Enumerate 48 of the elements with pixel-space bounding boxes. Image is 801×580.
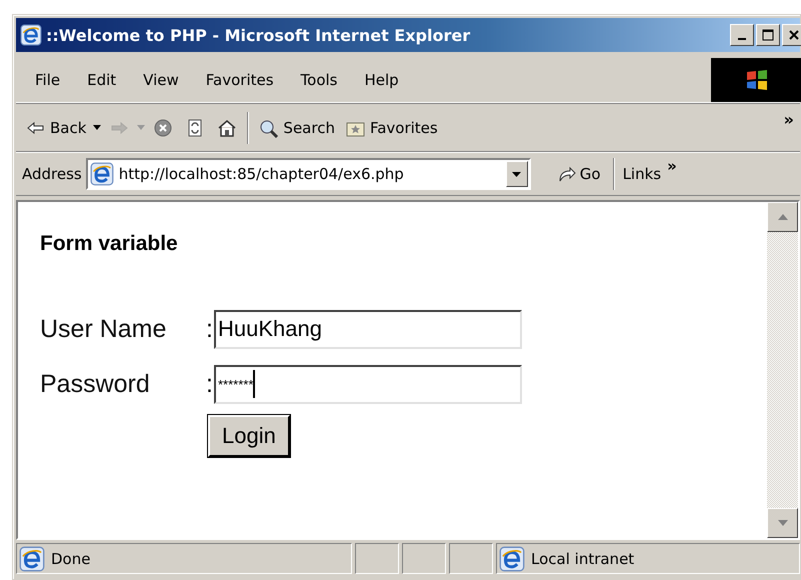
password-field[interactable]: ******* — [214, 364, 522, 404]
back-button[interactable]: Back — [20, 114, 92, 140]
address-field[interactable]: http://localhost:85/chapter04/ex6.php — [86, 158, 531, 190]
dropdown-arrow-icon[interactable] — [512, 172, 522, 176]
status-pane — [355, 543, 399, 574]
maximize-icon — [762, 29, 774, 41]
field-label: Password — [40, 370, 151, 398]
stop-icon — [152, 118, 174, 138]
ie-icon — [90, 162, 114, 186]
down-arrow-icon[interactable] — [778, 520, 788, 526]
status-text: Done — [51, 550, 90, 568]
status-pane — [449, 543, 493, 574]
menu-item[interactable]: View — [134, 68, 188, 92]
ie-icon — [20, 24, 42, 46]
favorites-button[interactable]: Favorites — [340, 114, 443, 140]
status-pane — [402, 543, 446, 574]
close-icon — [788, 29, 800, 41]
scrollbar[interactable] — [767, 202, 798, 538]
go-arrow-icon — [556, 164, 577, 184]
maximize-button[interactable] — [756, 24, 780, 46]
home-icon — [216, 118, 238, 138]
menu-item[interactable]: File — [26, 68, 70, 92]
go-button[interactable]: Go — [552, 162, 605, 186]
close-button[interactable] — [782, 24, 801, 46]
field-label: User Name — [40, 314, 168, 344]
username-field[interactable]: HuuKhang — [214, 310, 522, 348]
dropdown-arrow-icon[interactable] — [91, 125, 104, 130]
page-heading: Form variable — [40, 232, 179, 256]
menu-item[interactable]: Help — [356, 68, 408, 92]
minimize-button[interactable] — [730, 24, 754, 46]
more-chevron[interactable]: » — [667, 157, 677, 175]
search-icon — [258, 118, 280, 138]
up-arrow-icon[interactable] — [778, 214, 788, 220]
menu-item[interactable]: Edit — [78, 68, 126, 92]
colon: : — [206, 314, 214, 344]
zone-text: Local intranet — [531, 550, 634, 568]
search-button[interactable]: Search — [253, 114, 340, 140]
window-title: ::Welcome to PHP - Microsoft Internet Explorer — [46, 26, 472, 44]
minimize-icon — [738, 38, 746, 40]
more-chevron[interactable]: » — [778, 110, 800, 129]
login-button[interactable]: Login — [208, 415, 290, 457]
menu-item[interactable]: Favorites — [196, 68, 283, 92]
links-button[interactable]: Links — [622, 165, 662, 183]
windows-logo-icon — [744, 67, 770, 93]
address-label: Address — [21, 165, 83, 183]
menu-item[interactable]: Tools — [292, 68, 346, 92]
colon: : — [206, 370, 214, 398]
ie-icon — [19, 546, 45, 572]
